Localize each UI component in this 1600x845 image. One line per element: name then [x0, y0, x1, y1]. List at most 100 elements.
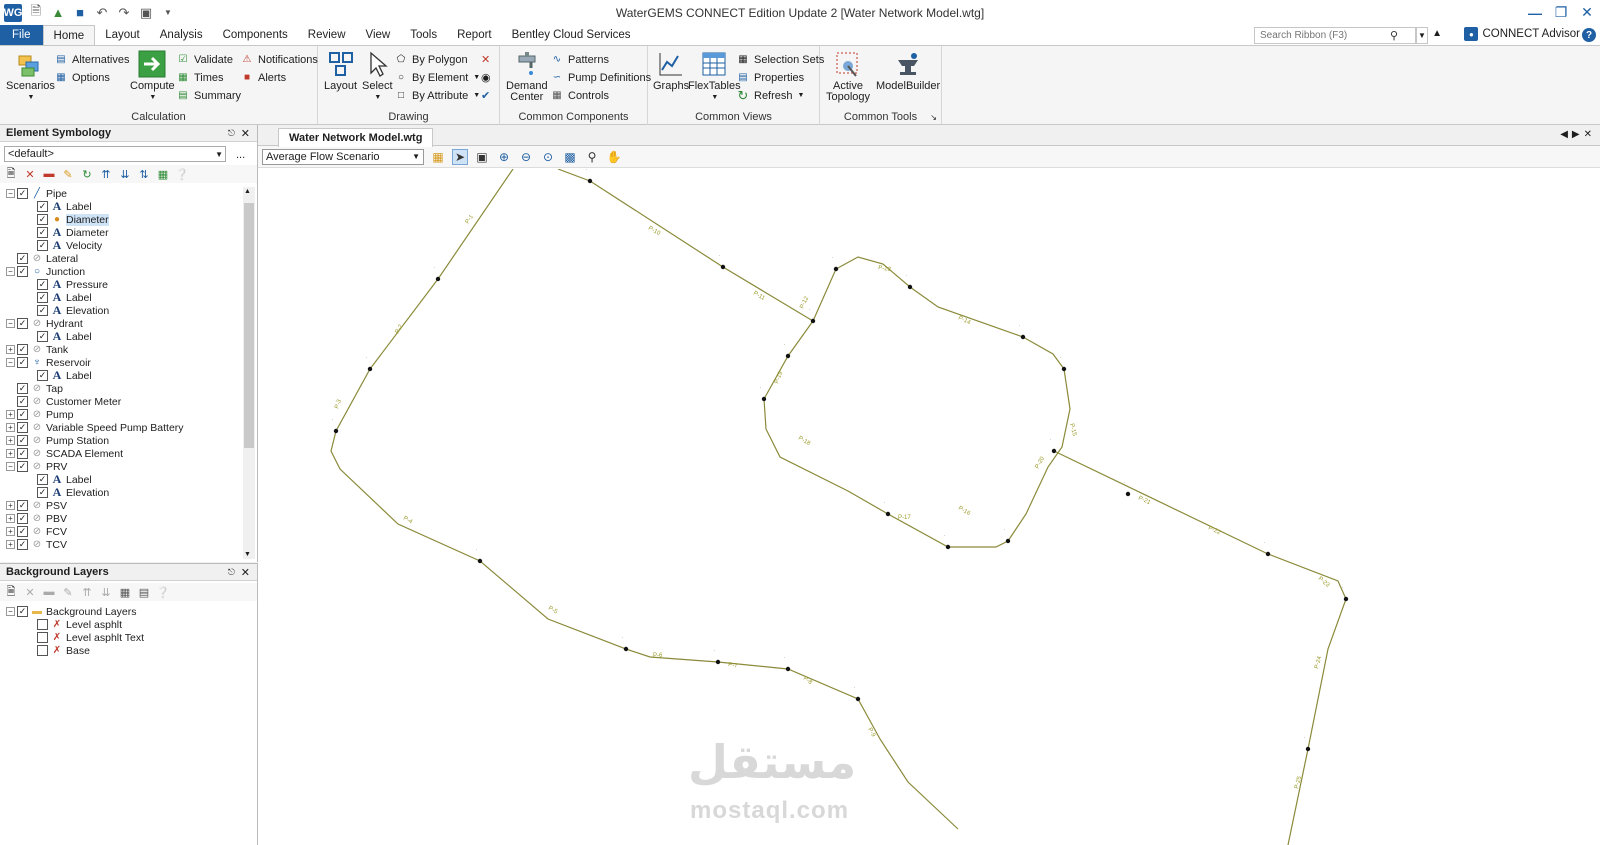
delete-icon[interactable]: ✕	[23, 586, 37, 599]
scenario-manager-icon[interactable]: ▦	[430, 150, 446, 164]
junction-node[interactable]	[833, 266, 839, 272]
junction-node[interactable]	[333, 428, 339, 434]
junction-node[interactable]	[907, 284, 913, 290]
find-icon[interactable]: ◉	[481, 69, 491, 86]
collapse-icon[interactable]: −	[6, 267, 15, 276]
junction-node[interactable]	[1051, 448, 1057, 454]
collapse-all-icon[interactable]: ⇊	[118, 168, 132, 181]
checkbox[interactable]: ✓	[37, 487, 48, 498]
checkbox[interactable]: ✓	[17, 266, 28, 277]
validate-button[interactable]: ☑ Validate	[176, 51, 233, 68]
checkbox[interactable]: ✓	[17, 461, 28, 472]
help-icon[interactable]: ?	[1582, 28, 1596, 42]
checkbox[interactable]: ✓	[17, 539, 28, 550]
minimize-icon[interactable]: —	[1522, 0, 1548, 25]
checkbox[interactable]: ✓	[17, 448, 28, 459]
tree-row[interactable]: + ✓ ⊘ PBV	[0, 512, 243, 525]
junction-node[interactable]	[477, 558, 483, 564]
junction-node[interactable]	[367, 366, 373, 372]
rename-icon[interactable]: ▬	[42, 586, 56, 598]
pan-hand-icon[interactable]: ✋	[606, 150, 622, 164]
junction-node[interactable]	[1343, 596, 1349, 602]
edit-icon[interactable]: ✔	[481, 87, 490, 104]
print-preview-icon[interactable]: ▣	[138, 5, 154, 21]
checkbox[interactable]: ✓	[37, 331, 48, 342]
collapse-icon[interactable]: −	[6, 319, 15, 328]
move-up-icon[interactable]: ⇈	[80, 586, 94, 599]
scenarios-button[interactable]: Scenarios ▼	[6, 50, 55, 103]
tree-row[interactable]: + ✓ ⊘ Tank	[0, 343, 243, 356]
edit-icon[interactable]: ✎	[61, 586, 75, 599]
tab-view[interactable]: View	[356, 25, 401, 45]
layout-button[interactable]: Layout	[324, 50, 357, 92]
open-file-icon[interactable]: ▲	[50, 5, 66, 21]
pipe-line[interactable]	[763, 256, 1071, 548]
tree-row[interactable]: + ✓ ⊘ SCADA Element	[0, 447, 243, 460]
tab-left-icon[interactable]: ◀	[1560, 129, 1572, 140]
modelbuilder-button[interactable]: ModelBuilder	[876, 50, 940, 92]
junction-node[interactable]	[1061, 366, 1067, 372]
expand-all-icon[interactable]: ⇈	[99, 168, 113, 181]
tab-review[interactable]: Review	[298, 25, 356, 45]
compute-button[interactable]: Compute ▼	[130, 50, 175, 103]
tab-components[interactable]: Components	[213, 25, 298, 45]
tree-row[interactable]: + ✓ ⊘ PSV	[0, 499, 243, 512]
checkbox[interactable]: ✓	[17, 357, 28, 368]
junction-node[interactable]	[587, 178, 593, 184]
zoom-in-icon[interactable]: ⊕	[496, 150, 512, 164]
edit-icon[interactable]: ✎	[61, 168, 75, 181]
junction-node[interactable]	[785, 353, 791, 359]
move-down-icon[interactable]: ⇊	[99, 586, 113, 599]
junction-node[interactable]	[761, 396, 767, 402]
tree-row[interactable]: ✓ A Label	[0, 329, 243, 343]
close-icon[interactable]: ✕	[1584, 129, 1596, 140]
tab-layout[interactable]: Layout	[95, 25, 150, 45]
collapse-ribbon-icon[interactable]: ▲	[1432, 28, 1442, 39]
checkbox[interactable]: ✓	[17, 526, 28, 537]
network-drawing-canvas[interactable]: · · · · · · · · · · · · · · · · · · · · · · · · · P-1 P-2 P-3 P-4 P-5…	[258, 169, 1600, 845]
tree-row[interactable]: ✗ Level asphlt	[0, 618, 255, 631]
controls-button[interactable]: ▦ Controls	[550, 87, 609, 104]
expand-icon[interactable]: +	[6, 501, 15, 510]
select-cursor-icon[interactable]: ➤	[452, 148, 468, 165]
scenario-select[interactable]: Average Flow Scenario ▼	[262, 148, 424, 165]
tree-row[interactable]: ✗ Level asphlt Text	[0, 631, 255, 644]
checkbox[interactable]: ✓	[37, 305, 48, 316]
junction-node[interactable]	[945, 544, 951, 550]
search-dropdown-icon[interactable]: ▼	[1416, 27, 1428, 44]
expand-icon[interactable]: +	[6, 436, 15, 445]
tree-row[interactable]: − ✓ ▬ Background Layers	[0, 605, 255, 618]
tree-scrollbar[interactable]: ▲ ▼	[243, 187, 255, 559]
tree-row[interactable]: + ✓ ⊘ FCV	[0, 525, 243, 538]
refresh-button[interactable]: ↻ Refresh ▼	[736, 87, 805, 104]
junction-node[interactable]	[715, 659, 721, 665]
rename-icon[interactable]: ▬	[42, 168, 56, 180]
junction-node[interactable]	[1020, 334, 1026, 340]
checkbox[interactable]: ✓	[17, 396, 28, 407]
collapse-icon[interactable]: −	[6, 607, 15, 616]
tree-row[interactable]: ✓ A Label	[0, 290, 243, 304]
document-tab[interactable]: Water Network Model.wtg	[278, 128, 434, 147]
tree-row[interactable]: ✓ ⊘ Customer Meter	[0, 395, 243, 408]
junction-node[interactable]	[623, 646, 629, 652]
scroll-down-icon[interactable]: ▼	[244, 551, 251, 558]
collapse-icon[interactable]: −	[6, 189, 15, 198]
more-button[interactable]: ...	[236, 149, 245, 161]
tree-row[interactable]: ✓ A Elevation	[0, 485, 243, 499]
tab-home[interactable]: Home	[42, 25, 96, 45]
pin-icon[interactable]: ⎋	[228, 128, 235, 139]
checkbox[interactable]: ✓	[37, 240, 48, 251]
checkbox[interactable]: ✓	[17, 318, 28, 329]
junction-node[interactable]	[1125, 491, 1131, 497]
expand-icon[interactable]: +	[6, 423, 15, 432]
checkbox[interactable]: ✓	[17, 500, 28, 511]
checkbox[interactable]: ✓	[17, 513, 28, 524]
active-topology-button[interactable]: Active Topology	[826, 50, 870, 103]
expand-icon[interactable]: +	[6, 527, 15, 536]
help-icon[interactable]: ❔	[156, 586, 170, 599]
flextables-button[interactable]: FlexTables ▼	[688, 50, 741, 103]
tree-row[interactable]: − ✓ ♆ Reservoir	[0, 356, 243, 369]
zoom-center-icon[interactable]: ⚲	[584, 150, 600, 164]
checkbox[interactable]: ✓	[17, 344, 28, 355]
checkbox[interactable]	[37, 645, 48, 656]
